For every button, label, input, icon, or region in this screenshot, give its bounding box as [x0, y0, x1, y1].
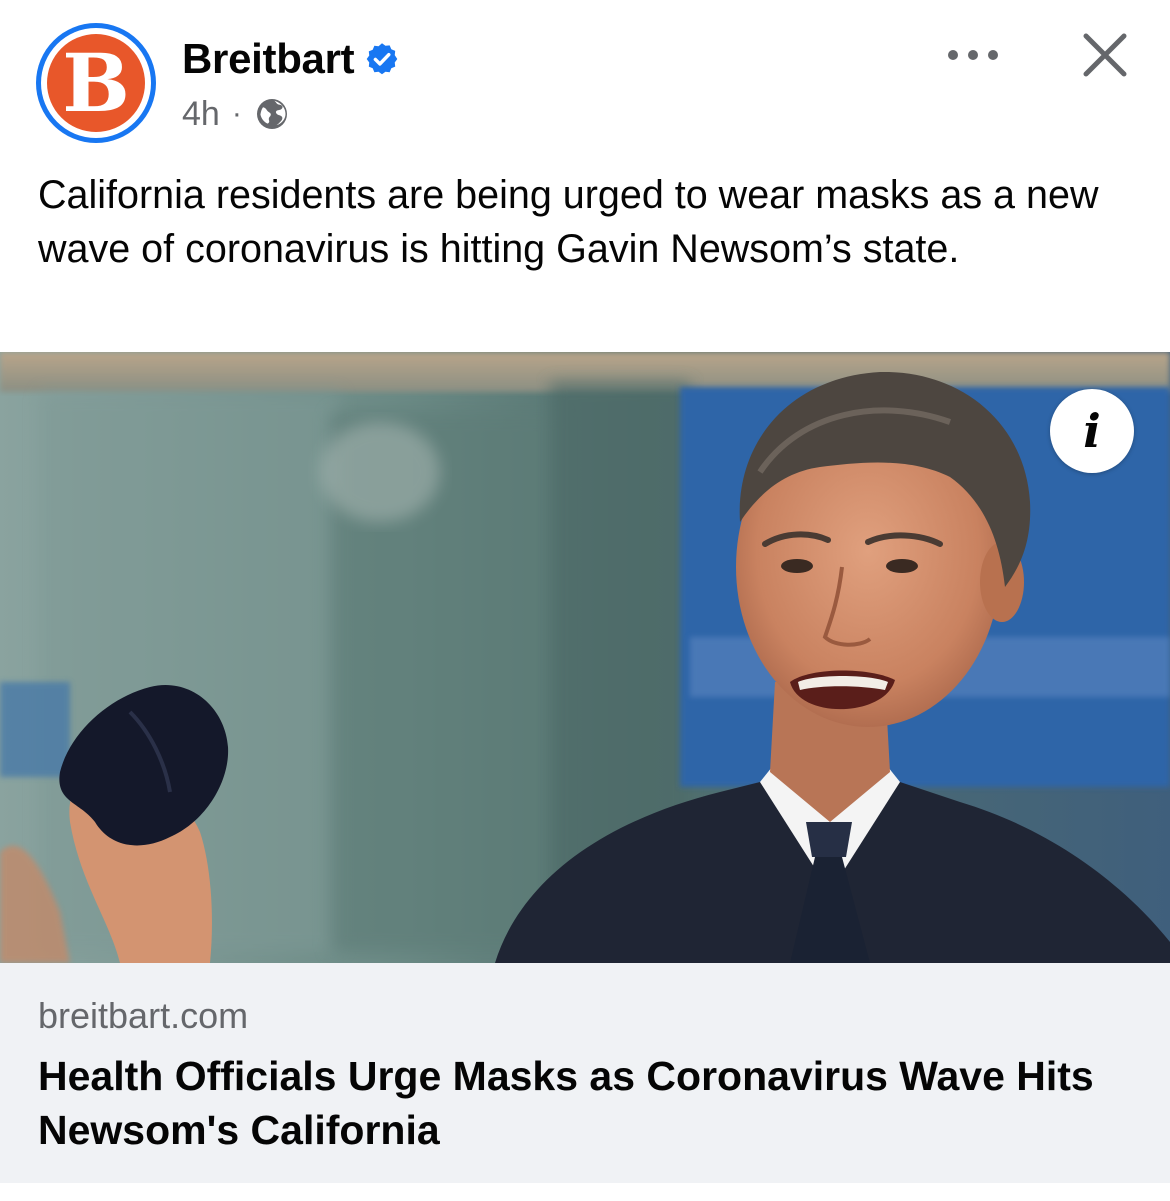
- avatar-ring: B: [41, 28, 151, 138]
- close-button[interactable]: [1074, 24, 1136, 86]
- post-header: B Breitbart 4h ·: [0, 0, 1170, 160]
- link-title[interactable]: Health Officials Urge Masks as Coronavir…: [38, 1049, 1138, 1157]
- page-name[interactable]: Breitbart: [182, 35, 355, 83]
- page-name-row: Breitbart: [182, 34, 400, 84]
- post-timestamp[interactable]: 4h: [182, 95, 220, 134]
- verified-badge-icon: [364, 41, 400, 77]
- post-text: California residents are being urged to …: [38, 173, 1099, 271]
- close-icon: [1083, 33, 1127, 77]
- page-avatar[interactable]: B: [36, 23, 156, 143]
- more-options-button[interactable]: [938, 30, 1008, 80]
- link-domain: breitbart.com: [38, 995, 249, 1036]
- breitbart-logo: B: [47, 34, 145, 132]
- more-options-icon: [948, 50, 998, 60]
- info-button[interactable]: i: [1050, 389, 1134, 473]
- link-preview-image[interactable]: [0, 352, 1170, 963]
- meta-separator: ·: [231, 97, 242, 130]
- globe-icon[interactable]: [254, 96, 290, 132]
- info-icon: i: [1083, 404, 1101, 458]
- link-preview-footer[interactable]: breitbart.com Health Officials Urge Mask…: [0, 963, 1170, 1183]
- post-meta: 4h ·: [182, 92, 290, 136]
- avatar-letter: B: [62, 36, 130, 130]
